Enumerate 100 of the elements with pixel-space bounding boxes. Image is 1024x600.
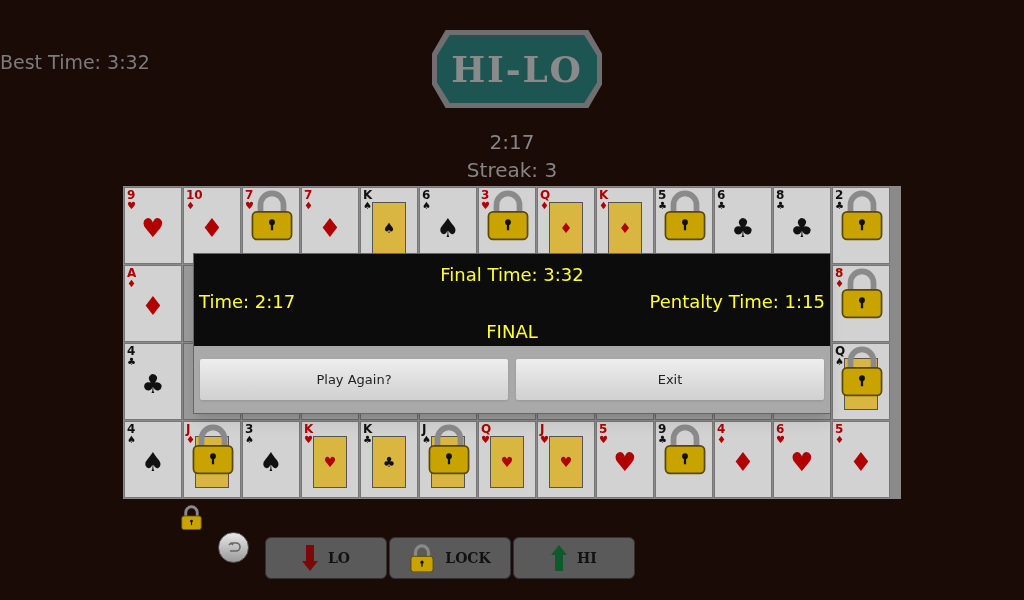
card-suit: ♦ <box>304 201 313 211</box>
card-rank: 8 <box>835 267 844 279</box>
playing-card[interactable]: J ♥ ♥ <box>537 421 595 498</box>
court-figure-drawing: ♣ <box>372 436 406 488</box>
playing-card[interactable]: 4 ♠ ♠ <box>124 421 182 498</box>
card-pip: ♥ <box>790 448 814 476</box>
court-figure-drawing: ♦ <box>549 202 583 254</box>
card-rank: 10 <box>186 189 203 201</box>
card-pip: ♠ <box>259 448 283 476</box>
card-rank: 3 <box>481 189 490 201</box>
card-suit: ♥ <box>599 435 608 445</box>
court-figure-drawing: ♠ <box>372 202 406 254</box>
court-figure-drawing: ♥ <box>313 436 347 488</box>
card-rank: A <box>127 267 137 279</box>
card-pip: ♥ <box>141 214 165 242</box>
card-rank: 4 <box>127 345 136 357</box>
card-rank: 6 <box>422 189 431 201</box>
streak-text: Streak: 3 <box>466 157 558 184</box>
card-pip: ♣ <box>731 214 755 242</box>
card-suit: ♥ <box>245 201 254 211</box>
playing-card[interactable]: Q ♠ <box>832 343 890 420</box>
card-suit: ♠ <box>245 435 254 445</box>
card-rank: J <box>422 423 427 435</box>
card-rank: J <box>186 423 191 435</box>
card-rank: 9 <box>658 423 667 435</box>
padlock-icon <box>409 543 436 573</box>
timer-text: 2:17 <box>489 129 535 156</box>
card-rank: 7 <box>245 189 254 201</box>
card-rank: 9 <box>127 189 136 201</box>
card-rank: K <box>599 189 609 201</box>
card-suit: ♦ <box>540 201 549 211</box>
playing-card[interactable]: 4 ♦ ♦ <box>714 421 772 498</box>
card-rank: K <box>363 423 373 435</box>
result-text: FINAL <box>486 320 538 344</box>
card-suit: ♣ <box>776 201 785 211</box>
card-rank: 6 <box>776 423 785 435</box>
card-suit: ♣ <box>363 435 372 445</box>
card-suit: ♣ <box>658 435 667 445</box>
card-rank: 2 <box>835 189 844 201</box>
padlock-icon <box>190 424 236 475</box>
final-time-text: Final Time: 3:32 <box>440 263 584 287</box>
playing-card[interactable]: 9 ♥ ♥ <box>124 187 182 264</box>
card-pip: ♦ <box>849 448 873 476</box>
card-pip: ♣ <box>790 214 814 242</box>
card-rank: K <box>363 189 373 201</box>
playing-card[interactable]: K ♣ ♣ <box>360 421 418 498</box>
guess-button[interactable]: LOCK <box>389 537 511 579</box>
card-suit: ♠ <box>363 201 372 211</box>
card-suit: ♦ <box>835 435 844 445</box>
playing-card[interactable]: 5 ♦ ♦ <box>832 421 890 498</box>
card-pip: ♠ <box>436 214 460 242</box>
dialog-button[interactable]: Exit <box>516 359 824 400</box>
card-suit: ♦ <box>717 435 726 445</box>
playing-card[interactable]: J ♦ <box>183 421 241 498</box>
guess-button[interactable]: LO <box>265 537 387 579</box>
playing-card[interactable]: 6 ♥ ♥ <box>773 421 831 498</box>
card-suit: ♣ <box>658 201 667 211</box>
card-suit: ♠ <box>835 357 844 367</box>
card-suit: ♠ <box>422 201 431 211</box>
guess-button[interactable]: HI <box>513 537 635 579</box>
card-pip: ♣ <box>141 370 165 398</box>
card-suit: ♦ <box>127 279 136 289</box>
playing-card[interactable]: J ♠ <box>419 421 477 498</box>
card-rank: Q <box>835 345 846 357</box>
playing-card[interactable]: 4 ♣ ♣ <box>124 343 182 420</box>
card-rank: Q <box>540 189 551 201</box>
playing-card[interactable]: 8 ♦ <box>832 265 890 342</box>
card-suit: ♠ <box>127 435 136 445</box>
playing-card[interactable]: 3 ♠ ♠ <box>242 421 300 498</box>
card-suit: ♥ <box>481 435 490 445</box>
undo-button[interactable] <box>218 532 249 563</box>
playing-card[interactable]: 9 ♣ <box>655 421 713 498</box>
dialog-button[interactable]: Play Again? <box>200 359 508 400</box>
card-rank: K <box>304 423 314 435</box>
card-suit: ♠ <box>422 435 431 445</box>
time-text: Time: 2:17 <box>199 290 296 314</box>
card-rank: 5 <box>658 189 667 201</box>
card-suit: ♣ <box>717 201 726 211</box>
playing-card[interactable]: 5 ♥ ♥ <box>596 421 654 498</box>
card-pip: ♦ <box>731 448 755 476</box>
hi-lo-logo: HI-LO <box>432 30 602 108</box>
playing-card[interactable]: 2 ♣ <box>832 187 890 264</box>
card-suit: ♦ <box>186 435 195 445</box>
up-arrow-icon <box>551 545 568 571</box>
down-arrow-icon <box>301 545 318 571</box>
playing-card[interactable]: K ♥ ♥ <box>301 421 359 498</box>
card-suit: ♣ <box>127 357 136 367</box>
card-pip: ♦ <box>141 292 165 320</box>
playing-card[interactable]: Q ♥ ♥ <box>478 421 536 498</box>
card-rank: 3 <box>245 423 254 435</box>
card-rank: 4 <box>717 423 726 435</box>
card-suit: ♦ <box>186 201 195 211</box>
court-figure-drawing: ♦ <box>608 202 642 254</box>
card-rank: 5 <box>835 423 844 435</box>
card-rank: 7 <box>304 189 313 201</box>
card-suit: ♥ <box>540 435 549 445</box>
card-rank: 6 <box>717 189 726 201</box>
playing-card[interactable]: A ♦ ♦ <box>124 265 182 342</box>
card-suit: ♥ <box>776 435 785 445</box>
court-figure-drawing: ♥ <box>549 436 583 488</box>
